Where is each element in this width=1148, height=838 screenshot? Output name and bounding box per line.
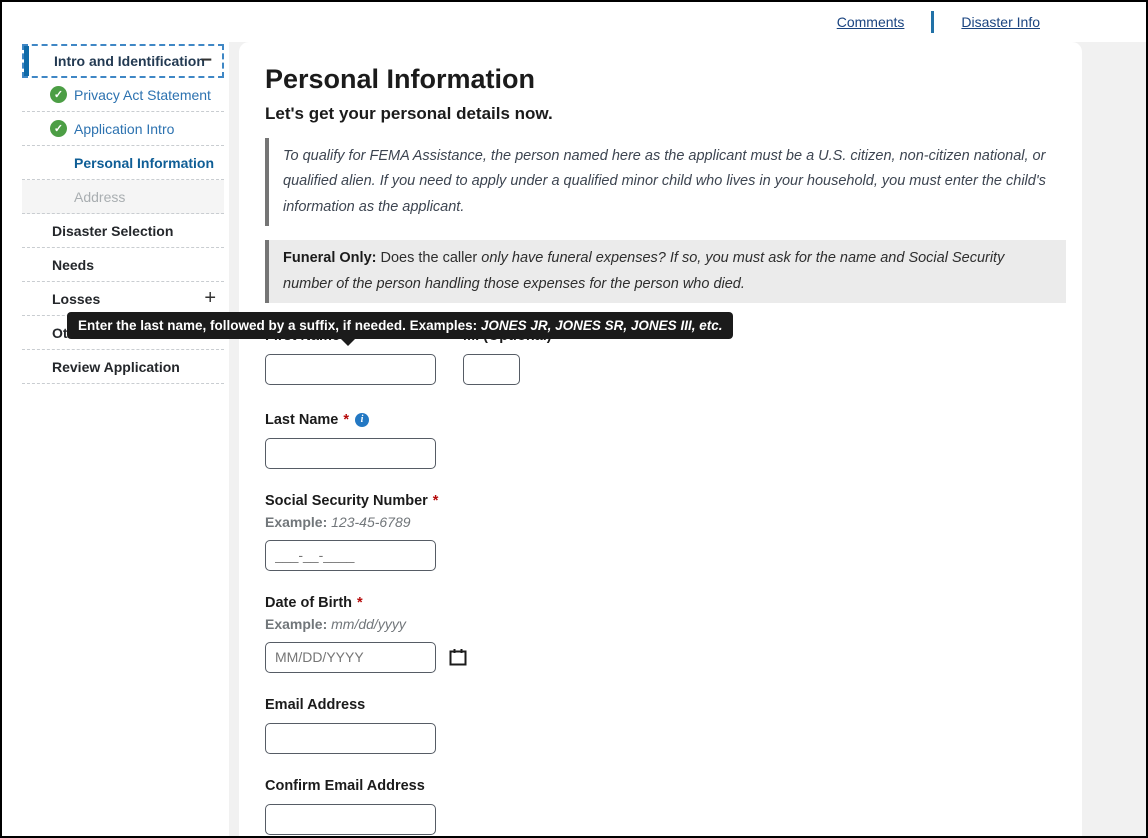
sidebar-section-label: Intro and Identification (54, 53, 205, 69)
tooltip-examples: JONES JR, JONES SR, JONES III, etc. (481, 318, 723, 333)
sidebar-item-label: Needs (52, 257, 94, 273)
expand-plus-icon[interactable]: + (204, 287, 216, 310)
dob-label: Date of Birth * (265, 595, 1066, 611)
page-title: Personal Information (265, 64, 1066, 95)
funeral-note-bold: Funeral Only: (283, 250, 376, 266)
dob-hint-value: mm/dd/yyyy (331, 616, 406, 632)
email-label: Email Address (265, 697, 1066, 713)
sidebar-item-needs[interactable]: Needs (22, 248, 224, 282)
sidebar-nav: Intro and Identification − ✓ Privacy Act… (2, 42, 229, 836)
sidebar-item-personal-information[interactable]: Personal Information (22, 146, 224, 180)
required-asterisk: * (433, 493, 439, 509)
email-label-text: Email Address (265, 697, 365, 713)
disaster-info-link[interactable]: Disaster Info (961, 14, 1040, 30)
sidebar-item-label: Application Intro (74, 121, 174, 137)
sidebar-item-label: Disaster Selection (52, 223, 173, 239)
ssn-label: Social Security Number * (265, 493, 1066, 509)
active-section-bar (24, 46, 29, 76)
sidebar-item-label: Review Application (52, 359, 180, 375)
required-asterisk: * (357, 595, 363, 611)
collapse-minus-icon[interactable]: − (201, 50, 212, 72)
required-asterisk: * (343, 412, 349, 428)
topbar: Comments Disaster Info (2, 2, 1146, 42)
sidebar-item-application-intro[interactable]: ✓ Application Intro (22, 112, 224, 146)
sidebar-item-label: Personal Information (74, 155, 214, 171)
ssn-hint-value: 123-45-6789 (331, 514, 410, 530)
comments-link[interactable]: Comments (837, 14, 905, 30)
first-name-input[interactable] (265, 354, 436, 385)
sidebar-item-label: Address (74, 189, 125, 205)
sidebar-item-losses[interactable]: Losses + (22, 282, 224, 316)
ssn-group: Social Security Number * Example: 123-45… (265, 493, 1066, 571)
sidebar-item-address: Address (22, 180, 224, 214)
funeral-note-plain: Does the caller (381, 250, 478, 266)
sidebar-section-intro-and-identification[interactable]: Intro and Identification − (22, 44, 224, 78)
sidebar-item-disaster-selection[interactable]: Disaster Selection (22, 214, 224, 248)
content-card: Personal Information Let's get your pers… (239, 42, 1082, 836)
dob-hint: Example: mm/dd/yyyy (265, 616, 1066, 632)
confirm-email-input[interactable] (265, 804, 436, 835)
sidebar-item-label: Losses (52, 291, 100, 307)
last-name-label: Last Name * i (265, 412, 1066, 428)
page-subtitle: Let's get your personal details now. (265, 104, 1066, 124)
confirm-email-label: Confirm Email Address (265, 778, 1066, 794)
check-circle-icon: ✓ (50, 86, 67, 103)
ssn-hint: Example: 123-45-6789 (265, 514, 1066, 530)
citizenship-note: To qualify for FEMA Assistance, the pers… (265, 138, 1066, 226)
layout: Intro and Identification − ✓ Privacy Act… (2, 42, 1146, 836)
dob-group: Date of Birth * Example: mm/dd/yyyy (265, 595, 1066, 673)
email-input[interactable] (265, 723, 436, 754)
sidebar-item-privacy-act-statement[interactable]: ✓ Privacy Act Statement (22, 78, 224, 112)
last-name-info-icon[interactable]: i (355, 413, 369, 427)
last-name-input[interactable] (265, 438, 436, 469)
dob-label-text: Date of Birth (265, 595, 352, 611)
last-name-tooltip: Enter the last name, followed by a suffi… (67, 312, 733, 339)
funeral-only-note: Funeral Only: Does the caller only have … (265, 240, 1066, 303)
main-backdrop: Personal Information Let's get your pers… (229, 42, 1146, 836)
confirm-email-group: Confirm Email Address (265, 778, 1066, 835)
dob-input-row (265, 632, 1066, 673)
last-name-group: Last Name * i (265, 412, 1066, 469)
topbar-separator (931, 11, 934, 33)
ssn-input[interactable] (265, 540, 436, 571)
email-group: Email Address (265, 697, 1066, 754)
tooltip-text: Enter the last name, followed by a suffi… (78, 318, 477, 333)
calendar-icon (449, 648, 467, 666)
sidebar-item-label: Privacy Act Statement (74, 87, 211, 103)
ssn-label-text: Social Security Number (265, 493, 428, 509)
check-circle-icon: ✓ (50, 120, 67, 137)
citizenship-note-text: To qualify for FEMA Assistance, the pers… (283, 148, 1046, 215)
sidebar-item-review-application[interactable]: Review Application (22, 350, 224, 384)
mi-input[interactable] (463, 354, 520, 385)
last-name-label-text: Last Name (265, 412, 338, 428)
page: Comments Disaster Info Intro and Identif… (0, 0, 1148, 838)
ssn-hint-label: Example: (265, 514, 327, 530)
dob-hint-label: Example: (265, 616, 327, 632)
confirm-email-label-text: Confirm Email Address (265, 778, 425, 794)
calendar-button[interactable] (449, 648, 467, 666)
dob-input[interactable] (265, 642, 436, 673)
